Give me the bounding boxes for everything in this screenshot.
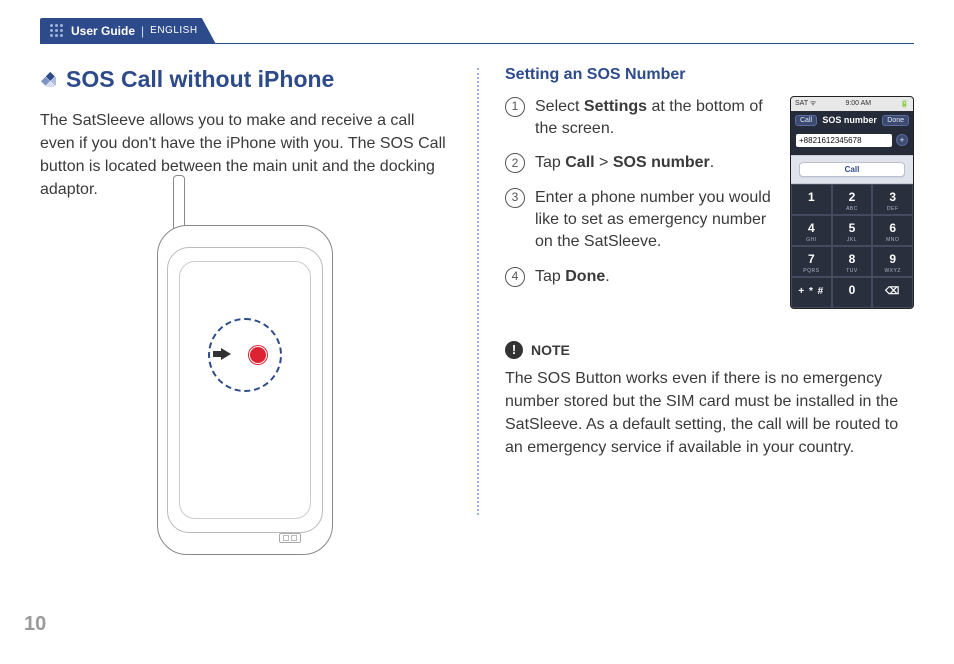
sos-button-icon [249,346,267,364]
header-separator: | [141,24,144,38]
subheading: Setting an SOS Number [505,66,914,84]
step-4: 4 Tap Done. [505,266,772,288]
key-symbols[interactable]: + * # [791,277,832,308]
header-dots-icon [50,24,63,37]
right-column: Setting an SOS Number 1 Select Settings … [477,66,914,556]
phone-status-left: SAT ᯤ [795,99,816,108]
step-text: Tap Done. [535,266,610,288]
key-0[interactable]: 0 [832,277,873,308]
step-number: 1 [505,97,525,117]
phone-status-time: 9:00 AM [845,100,871,107]
key-4[interactable]: 4GHI [791,215,832,246]
key-3[interactable]: 3DEF [872,184,913,215]
key-9[interactable]: 9WXYZ [872,246,913,277]
note-header: ! NOTE [505,341,914,359]
device-connector-icon [279,533,301,543]
header-language: ENGLISH [150,25,197,36]
key-6[interactable]: 6MNO [872,215,913,246]
phone-back-button[interactable]: Call [795,115,817,126]
phone-done-button[interactable]: Done [882,115,909,126]
step-text: Select Settings at the bottom of the scr… [535,96,772,141]
phone-input-row: +8821612345678 + [791,130,913,155]
key-2[interactable]: 2ABC [832,184,873,215]
phone-nav-title: SOS number [822,115,877,125]
phone-screenshot: SAT ᯤ 9:00 AM 🔋 Call SOS number Done +88… [790,96,914,309]
call-button[interactable]: Call [799,162,905,177]
key-8[interactable]: 8TUV [832,246,873,277]
key-1[interactable]: 1 [791,184,832,215]
left-column: SOS Call without iPhone The SatSleeve al… [40,66,477,556]
step-text: Tap Call > SOS number. [535,152,714,174]
battery-icon: 🔋 [900,100,909,108]
add-contact-icon[interactable]: + [896,134,908,146]
key-backspace[interactable]: ⌫ [872,277,913,308]
step-number: 4 [505,267,525,287]
page-title: SOS Call without iPhone [66,66,334,93]
steps-list: 1 Select Settings at the bottom of the s… [505,96,772,309]
device-illustration [40,225,449,555]
header-user-guide: User Guide [71,24,135,38]
phone-status-bar: SAT ᯤ 9:00 AM 🔋 [791,97,913,111]
step-1: 1 Select Settings at the bottom of the s… [505,96,772,141]
phone-nav-bar: Call SOS number Done [791,111,913,130]
page-number: 10 [24,613,46,636]
step-text: Enter a phone number you would like to s… [535,187,772,254]
header-tab: User Guide | ENGLISH [40,18,216,44]
step-3: 3 Enter a phone number you would like to… [505,187,772,254]
key-5[interactable]: 5JKL [832,215,873,246]
note-exclamation-icon: ! [505,341,523,359]
key-7[interactable]: 7PQRS [791,246,832,277]
note-text: The SOS Button works even if there is no… [505,367,914,460]
diamond-bullet-icon [40,71,56,87]
step-number: 2 [505,153,525,173]
sos-number-input[interactable]: +8821612345678 [796,134,892,147]
step-2: 2 Tap Call > SOS number. [505,152,772,174]
column-separator [477,68,479,516]
step-number: 3 [505,188,525,208]
phone-call-row: Call [791,155,913,184]
note-label: NOTE [531,342,570,358]
arrow-right-icon [221,348,231,360]
phone-keypad: 1 2ABC 3DEF 4GHI 5JKL 6MNO 7PQRS 8TUV 9W… [791,184,913,308]
intro-paragraph: The SatSleeve allows you to make and rec… [40,109,449,202]
